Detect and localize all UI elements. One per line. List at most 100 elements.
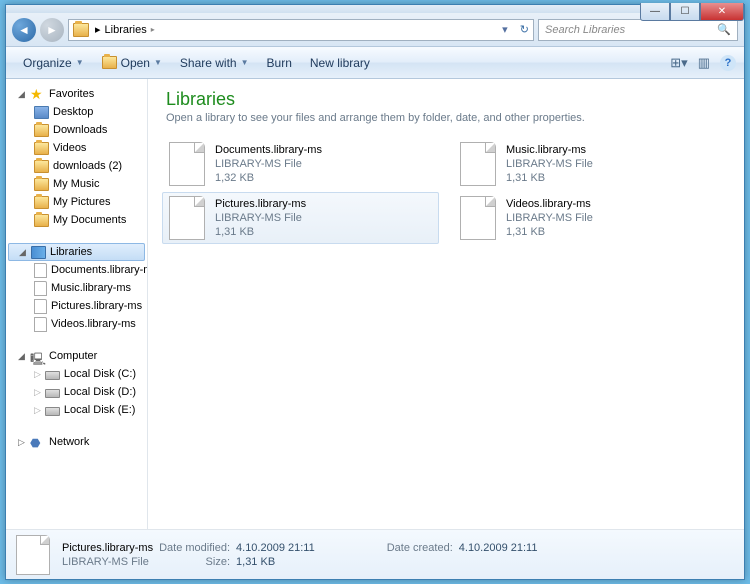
back-button[interactable]: ◄ (12, 18, 36, 42)
nav-item-drive-d[interactable]: ▷Local Disk (D:) (6, 383, 147, 401)
preview-pane-icon[interactable]: ▥ (698, 55, 710, 71)
file-icon (34, 281, 47, 296)
folder-icon (34, 178, 49, 191)
page-subtitle: Open a library to see your files and arr… (166, 112, 726, 124)
file-icon (34, 263, 47, 278)
file-name: Music.library-ms (506, 143, 593, 157)
toolbar: Organize▼ Open▼ Share with▼ Burn New lib… (6, 47, 744, 79)
explorer-window: — ☐ ✕ ◄ ► ▸ Libraries ▸ ▾ ↻ Search Libra… (5, 4, 745, 580)
refresh-icon[interactable]: ↻ (520, 23, 529, 36)
maximize-button[interactable]: ☐ (670, 3, 700, 21)
breadcrumb-location[interactable]: Libraries (105, 24, 147, 36)
nav-item-downloads2[interactable]: downloads (2) (6, 157, 147, 175)
view-options-icon[interactable]: ⊞▾ (670, 55, 687, 71)
window-controls: — ☐ ✕ (640, 3, 744, 21)
search-icon[interactable]: 🔍 (717, 23, 731, 36)
forward-button[interactable]: ► (40, 18, 64, 42)
navigation-pane: ◢★Favorites Desktop Downloads Videos dow… (6, 79, 148, 529)
file-item-pictures[interactable]: Pictures.library-ms LIBRARY-MS File 1,31… (162, 192, 439, 244)
help-icon[interactable]: ? (720, 55, 736, 71)
nav-item-desktop[interactable]: Desktop (6, 103, 147, 121)
search-input[interactable]: Search Libraries 🔍 (538, 19, 738, 41)
breadcrumb-sep: ▸ (95, 23, 101, 36)
organize-button[interactable]: Organize▼ (14, 47, 93, 78)
file-name: Documents.library-ms (215, 143, 322, 157)
folder-icon (73, 23, 89, 37)
address-box[interactable]: ▸ Libraries ▸ ▾ ↻ (68, 19, 534, 41)
libraries-header[interactable]: ◢Libraries (8, 243, 145, 261)
minimize-button[interactable]: — (640, 3, 670, 21)
content-area: ◢★Favorites Desktop Downloads Videos dow… (6, 79, 744, 529)
file-type: LIBRARY-MS File (215, 157, 322, 171)
nav-item-lib-documents[interactable]: Documents.library-m (6, 261, 147, 279)
status-size-label: Size: (159, 556, 230, 568)
file-icon (34, 299, 47, 314)
file-size: 1,32 KB (215, 171, 322, 185)
address-dropdown[interactable]: ▾ ↻ (502, 23, 529, 36)
nav-item-drive-e[interactable]: ▷Local Disk (E:) (6, 401, 147, 419)
nav-item-lib-videos[interactable]: Videos.library-ms (6, 315, 147, 333)
file-icon (460, 142, 496, 186)
details-pane: Pictures.library-ms Date modified: 4.10.… (6, 529, 744, 579)
nav-item-mymusic[interactable]: My Music (6, 175, 147, 193)
nav-item-drive-c[interactable]: ▷Local Disk (C:) (6, 365, 147, 383)
network-header[interactable]: ▷⬣Network (6, 433, 147, 451)
status-size: 1,31 KB (236, 556, 315, 568)
file-name: Pictures.library-ms (215, 197, 306, 211)
titlebar: — ☐ ✕ (6, 5, 744, 13)
file-type: LIBRARY-MS File (506, 157, 593, 171)
folder-icon (34, 142, 49, 155)
favorites-header[interactable]: ◢★Favorites (6, 85, 147, 103)
folder-icon (34, 124, 49, 137)
new-library-button[interactable]: New library (301, 47, 379, 78)
network-icon: ⬣ (30, 436, 45, 449)
folder-icon (34, 196, 49, 209)
file-item-music[interactable]: Music.library-ms LIBRARY-MS File 1,31 KB (453, 138, 730, 190)
status-file-name: Pictures.library-ms (62, 542, 153, 554)
desktop-icon (34, 106, 49, 119)
page-title: Libraries (166, 89, 726, 110)
search-placeholder: Search Libraries (545, 24, 625, 36)
drive-icon (45, 389, 60, 398)
drive-icon (45, 407, 60, 416)
libraries-icon (31, 246, 46, 259)
computer-header[interactable]: ◢🖳Computer (6, 347, 147, 365)
nav-item-downloads[interactable]: Downloads (6, 121, 147, 139)
address-bar: ◄ ► ▸ Libraries ▸ ▾ ↻ Search Libraries 🔍 (6, 13, 744, 47)
file-type: LIBRARY-MS File (506, 211, 593, 225)
nav-item-lib-pictures[interactable]: Pictures.library-ms (6, 297, 147, 315)
status-modified: 4.10.2009 21:11 (236, 542, 315, 554)
nav-item-lib-music[interactable]: Music.library-ms (6, 279, 147, 297)
share-button[interactable]: Share with▼ (171, 47, 258, 78)
file-icon (460, 196, 496, 240)
status-modified-label: Date modified: (159, 542, 230, 554)
folder-icon (34, 214, 49, 227)
folder-icon (34, 160, 49, 173)
breadcrumb-more[interactable]: ▸ (151, 25, 155, 34)
file-list: Documents.library-ms LIBRARY-MS File 1,3… (148, 132, 744, 529)
file-icon (169, 196, 205, 240)
nav-item-mydocs[interactable]: My Documents (6, 211, 147, 229)
nav-item-videos[interactable]: Videos (6, 139, 147, 157)
burn-button[interactable]: Burn (258, 47, 301, 78)
star-icon: ★ (30, 88, 45, 101)
status-created-label: Date created: (387, 542, 453, 554)
file-size: 1,31 KB (215, 225, 306, 239)
file-type: LIBRARY-MS File (215, 211, 306, 225)
file-size: 1,31 KB (506, 171, 593, 185)
computer-icon: 🖳 (30, 350, 45, 363)
folder-icon (102, 56, 117, 69)
file-item-documents[interactable]: Documents.library-ms LIBRARY-MS File 1,3… (162, 138, 439, 190)
open-button[interactable]: Open▼ (93, 47, 171, 78)
file-icon (169, 142, 205, 186)
file-icon (16, 535, 50, 575)
main-pane: Libraries Open a library to see your fil… (148, 79, 744, 529)
file-size: 1,31 KB (506, 225, 593, 239)
nav-item-mypictures[interactable]: My Pictures (6, 193, 147, 211)
file-name: Videos.library-ms (506, 197, 593, 211)
drive-icon (45, 371, 60, 380)
close-button[interactable]: ✕ (700, 3, 744, 21)
status-file-type: LIBRARY-MS File (62, 556, 153, 568)
status-created: 4.10.2009 21:11 (459, 542, 538, 554)
file-item-videos[interactable]: Videos.library-ms LIBRARY-MS File 1,31 K… (453, 192, 730, 244)
